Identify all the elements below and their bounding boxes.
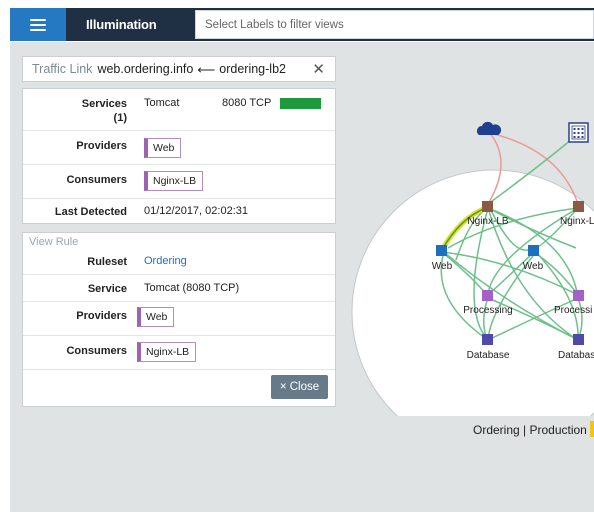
database-label: Databas: [558, 350, 594, 361]
web-label: Web: [523, 261, 544, 272]
group-circle: [351, 169, 594, 416]
rule-providers-row: Providers Web: [23, 302, 335, 336]
ruleset-label: Ruleset: [87, 256, 127, 268]
providers-row: Providers Web: [23, 131, 335, 165]
link-details-panel: Services (1) Tomcat 8080 TCP Providers W…: [22, 88, 336, 224]
service-status-bar: [280, 98, 321, 109]
rule-consumers-label: Consumers: [66, 345, 127, 357]
service-port: 8080 TCP: [222, 97, 272, 109]
view-rule-panel: View Rule Ruleset Ordering Service Tomca…: [22, 232, 336, 407]
last-detected-value: 01/12/2017, 02:02:31: [144, 205, 248, 217]
services-label-text: Services: [81, 98, 127, 110]
providers-label: Providers: [76, 140, 127, 152]
nginx-lb-label: Nginx-LB: [467, 216, 508, 227]
nginx-lb-node[interactable]: [573, 201, 584, 212]
processing-label: Processing: [463, 305, 512, 316]
group-caption[interactable]: Ordering | Production: [473, 423, 587, 437]
rule-consumer-chip[interactable]: Nginx-LB: [137, 342, 197, 362]
nginx-lb-node[interactable]: [482, 201, 493, 212]
rule-consumers-row: Consumers Nginx-LB: [23, 336, 335, 370]
cloud-icon[interactable]: [477, 121, 502, 135]
service-name: Tomcat: [144, 97, 180, 109]
close-button[interactable]: × Close: [271, 375, 328, 399]
web-node[interactable]: [436, 245, 447, 256]
left-arrow-icon: ⟵: [197, 62, 216, 77]
ruleset-row: Ruleset Ordering: [23, 249, 335, 275]
web-label: Web: [432, 261, 453, 272]
building-icon[interactable]: [568, 122, 589, 143]
nginx-lb-label: Nginx-L: [560, 216, 594, 227]
processing-label: Processi: [554, 305, 592, 316]
last-detected-label: Last Detected: [54, 206, 127, 218]
app-group-graph[interactable]: Nginx-LB Nginx-L Web Web Processing Proc…: [340, 100, 594, 416]
database-node[interactable]: [573, 334, 584, 345]
database-node[interactable]: [482, 334, 493, 345]
service-label: Service: [87, 283, 127, 295]
traffic-link-target: ordering-lb2: [219, 62, 286, 76]
processing-node[interactable]: [573, 290, 584, 301]
database-label: Database: [467, 350, 510, 361]
consumers-label: Consumers: [66, 174, 127, 186]
consumers-row: Consumers Nginx-LB: [23, 165, 335, 199]
top-bar: Illumination Select Labels to filter vie…: [10, 8, 594, 41]
rule-providers-label: Providers: [76, 310, 127, 322]
provider-label-chip[interactable]: Web: [144, 138, 182, 158]
traffic-link-source: web.ordering.info: [97, 62, 194, 76]
service-value: Tomcat (8080 TCP): [144, 282, 240, 294]
processing-node[interactable]: [482, 290, 493, 301]
main-menu-button[interactable]: [10, 8, 66, 41]
traffic-link-kind: Traffic Link: [32, 62, 93, 76]
last-detected-row: Last Detected 01/12/2017, 02:02:31: [23, 199, 335, 224]
services-label: Services (1): [82, 97, 127, 125]
traffic-link-header: Traffic Link web.ordering.info ⟵ orderin…: [22, 56, 336, 82]
web-node[interactable]: [528, 245, 539, 256]
rule-provider-chip[interactable]: Web: [137, 307, 175, 327]
service-row: Service Tomcat (8080 TCP): [23, 275, 335, 302]
app-title: Illumination: [86, 17, 157, 32]
hamburger-icon: [30, 18, 46, 31]
ruleset-link[interactable]: Ordering: [144, 255, 187, 267]
close-icon[interactable]: ✕: [312, 60, 325, 78]
services-row: Services (1) Tomcat 8080 TCP: [23, 89, 335, 131]
label-filter-input[interactable]: Select Labels to filter views: [195, 10, 594, 39]
consumer-label-chip[interactable]: Nginx-LB: [144, 171, 204, 191]
view-rule-header: View Rule: [29, 236, 79, 248]
caption-marker: [590, 421, 594, 437]
services-count: (1): [113, 112, 127, 124]
